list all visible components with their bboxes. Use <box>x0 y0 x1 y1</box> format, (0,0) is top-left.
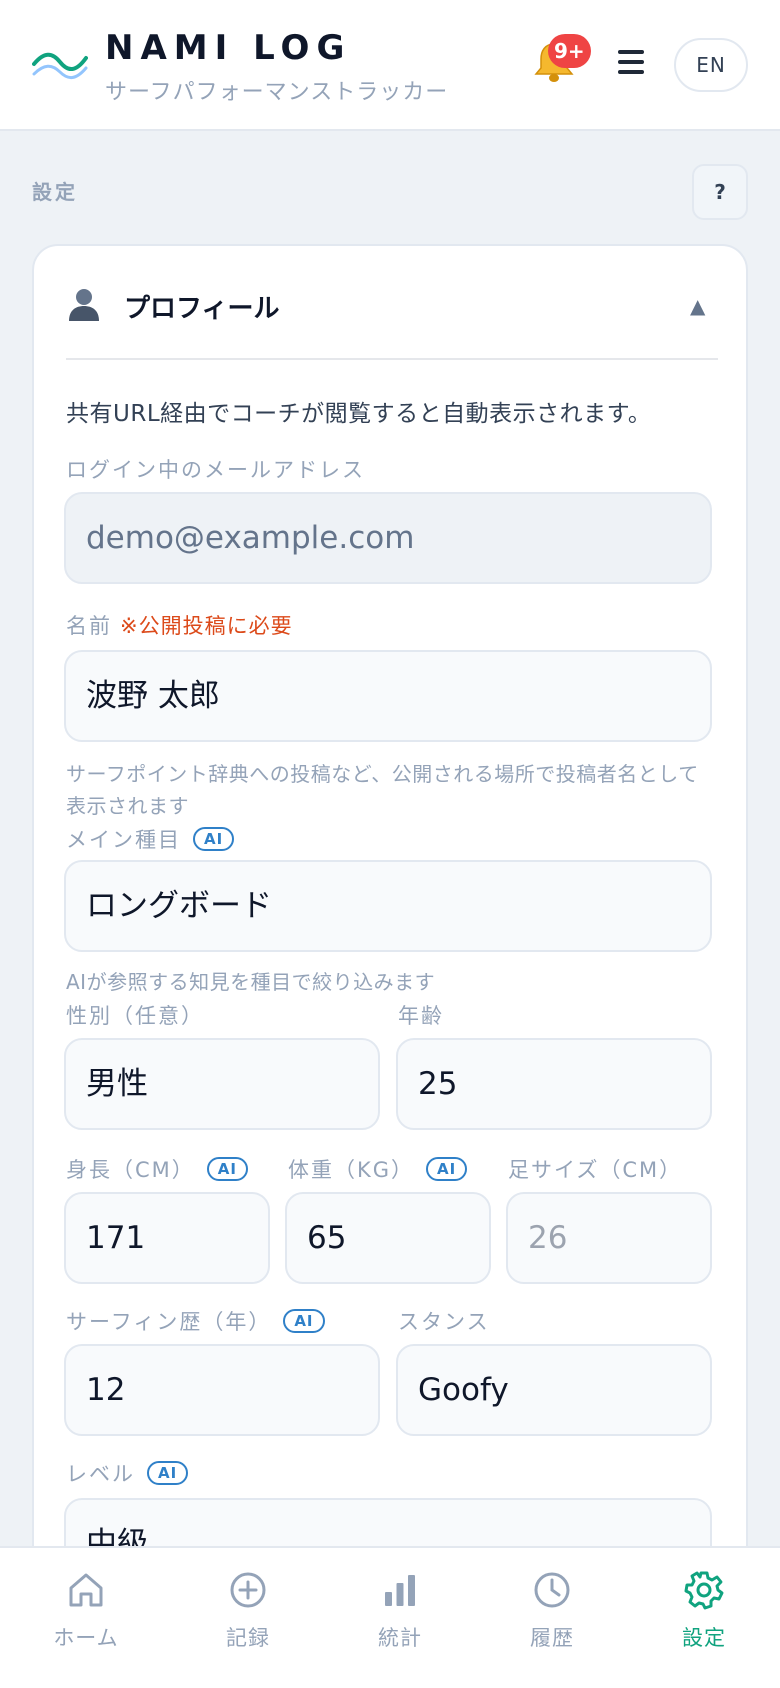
profile-card: プロフィール ▲ 共有URL経由でコーチが閲覧すると自動表示されます。 ログイン… <box>32 244 748 1688</box>
hamburger-icon <box>618 50 644 54</box>
nav-label: ホーム <box>53 1626 119 1650</box>
user-icon <box>69 289 99 321</box>
stance-label: スタンス <box>398 1310 490 1334</box>
plus-circle-icon <box>230 1572 266 1608</box>
page-title: 設定 <box>32 180 78 204</box>
nav-item-record[interactable]: 記録 <box>188 1570 308 1670</box>
language-toggle-button[interactable]: EN <box>674 38 748 92</box>
menu-button[interactable] <box>612 50 650 84</box>
nav-item-stats[interactable]: 統計 <box>340 1570 460 1670</box>
notification-badge: 9+ <box>548 34 591 68</box>
main-event-select[interactable]: ロングボード <box>64 860 712 952</box>
weight-label: 体重（KG） AI <box>288 1154 468 1184</box>
nav-item-settings[interactable]: 設定 <box>644 1570 764 1670</box>
name-field[interactable]: 波野 太郎 <box>64 650 712 742</box>
required-note: ※公開投稿に必要 <box>120 614 293 638</box>
height-label: 身長（CM） AI <box>66 1154 248 1184</box>
wave-logo-icon <box>32 52 88 79</box>
ai-badge: AI <box>426 1157 468 1181</box>
nav-label: 統計 <box>378 1626 422 1650</box>
nav-item-history[interactable]: 履歴 <box>492 1570 612 1670</box>
app-header: NAMI LOG サーフパフォーマンストラッカー 9+ EN <box>0 0 780 131</box>
nav-label: 設定 <box>682 1626 726 1650</box>
nav-label: 履歴 <box>530 1626 574 1650</box>
weight-field[interactable]: 65 <box>285 1192 491 1284</box>
profile-card-header[interactable]: プロフィール ▲ <box>34 246 746 360</box>
brand-title: NAMI LOG <box>105 28 352 68</box>
age-field[interactable]: 25 <box>396 1038 712 1130</box>
gear-icon <box>684 1571 724 1610</box>
app: NAMI LOG サーフパフォーマンストラッカー 9+ EN 設定 ? プロフィ… <box>0 0 780 1688</box>
collapse-triangle-icon[interactable]: ▲ <box>690 294 705 318</box>
email-label: ログイン中のメールアドレス <box>66 458 365 482</box>
gender-select[interactable]: 男性 <box>64 1038 380 1130</box>
height-field[interactable]: 171 <box>64 1192 270 1284</box>
profile-card-title: プロフィール <box>124 294 280 324</box>
bottom-navigation: ホーム 記録 統計 履歴 設定 <box>0 1546 780 1688</box>
profile-intro-text: 共有URL経由でコーチが閲覧すると自動表示されます。 <box>66 401 652 427</box>
surf-years-field[interactable]: 12 <box>64 1344 380 1436</box>
ai-badge: AI <box>206 1157 248 1181</box>
main-event-label: メイン種目 AI <box>66 824 235 854</box>
help-button[interactable]: ? <box>692 164 748 220</box>
divider <box>66 358 718 360</box>
bar-chart-icon <box>385 1575 415 1606</box>
stance-select[interactable]: Goofy <box>396 1344 712 1436</box>
foot-size-field[interactable]: 26 <box>506 1192 712 1284</box>
level-label: レベル AI <box>66 1458 189 1488</box>
home-icon <box>69 1573 103 1607</box>
ai-badge: AI <box>283 1309 325 1333</box>
ai-badge: AI <box>193 827 235 851</box>
email-field[interactable]: demo@example.com <box>64 492 712 584</box>
nav-item-home[interactable]: ホーム <box>26 1570 146 1670</box>
clock-icon <box>534 1572 570 1608</box>
gender-label: 性別（任意） <box>66 1004 204 1028</box>
surf-years-label: サーフィン歴（年） AI <box>66 1306 325 1336</box>
main-event-hint: AIが参照する知見を種目で絞り込みます <box>66 970 436 994</box>
ai-badge: AI <box>147 1461 189 1485</box>
foot-size-label: 足サイズ（CM） <box>508 1158 683 1182</box>
name-label: 名前 ※公開投稿に必要 <box>66 610 293 640</box>
nav-label: 記録 <box>226 1626 270 1650</box>
brand-subtitle: サーフパフォーマンストラッカー <box>105 80 449 105</box>
age-label: 年齢 <box>398 1004 444 1028</box>
name-hint: サーフポイント辞典への投稿など、公開される場所で投稿者名として表示されます <box>66 762 699 818</box>
